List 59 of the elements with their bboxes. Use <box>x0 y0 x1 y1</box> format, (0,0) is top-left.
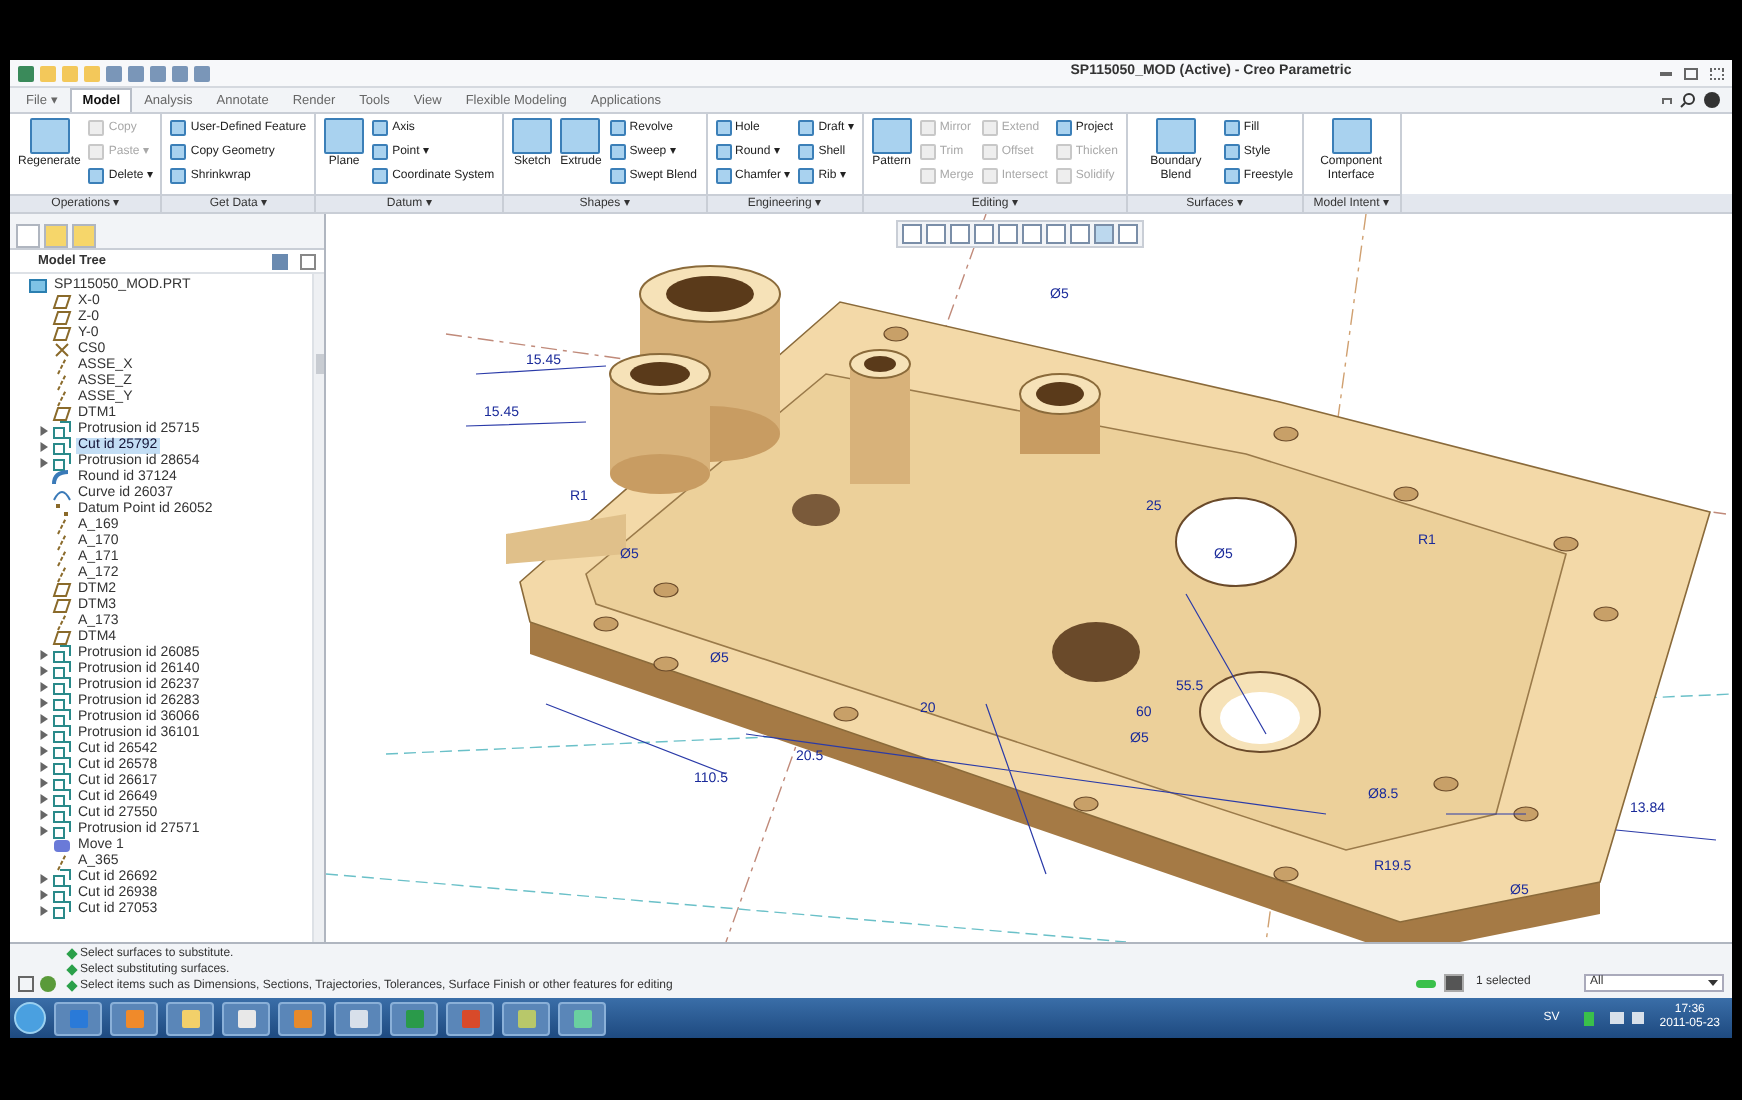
collapsed-arrow-icon[interactable] <box>38 809 48 819</box>
collapsed-arrow-icon[interactable] <box>38 681 48 691</box>
caret-icon <box>1708 980 1718 986</box>
feature-icon <box>52 420 72 440</box>
feature-icon <box>52 708 72 728</box>
collapse-icon[interactable] <box>1662 97 1672 103</box>
feature-icon <box>52 804 72 824</box>
move-icon <box>52 836 72 856</box>
tool-icon <box>560 118 601 154</box>
tool-icon <box>324 118 365 154</box>
feature-icon <box>52 868 72 888</box>
collapsed-arrow-icon[interactable] <box>38 457 48 467</box>
minimize-icon[interactable] <box>1660 71 1672 75</box>
collapsed-arrow-icon[interactable] <box>38 441 48 451</box>
feature-icon <box>52 756 72 776</box>
tool-icon <box>512 118 553 154</box>
collapsed-arrow-icon[interactable] <box>38 665 48 675</box>
round-icon <box>52 468 72 488</box>
collapsed-arrow-icon[interactable] <box>38 697 48 707</box>
feature-icon <box>52 772 72 792</box>
start-button[interactable] <box>14 1002 46 1034</box>
collapsed-arrow-icon[interactable] <box>38 793 48 803</box>
collapsed-arrow-icon[interactable] <box>38 777 48 787</box>
feature-icon <box>52 676 72 696</box>
point-icon <box>52 500 72 520</box>
feature-icon <box>52 820 72 840</box>
tool-icon <box>1155 118 1196 154</box>
collapsed-arrow-icon[interactable] <box>38 873 48 883</box>
scrollbar[interactable] <box>312 274 324 942</box>
collapsed-arrow-icon[interactable] <box>38 649 48 659</box>
status-lights-icon <box>1416 979 1436 987</box>
plane-icon <box>52 404 72 424</box>
feature-icon <box>52 724 72 744</box>
tool-icon <box>29 118 70 154</box>
axis-icon <box>52 612 72 632</box>
collapsed-arrow-icon[interactable] <box>38 713 48 723</box>
feature-icon <box>52 884 72 904</box>
feature-icon <box>52 660 72 680</box>
collapsed-arrow-icon[interactable] <box>38 761 48 771</box>
feature-icon <box>52 788 72 808</box>
tool-icon <box>871 118 912 154</box>
feature-icon <box>52 692 72 712</box>
collapsed-arrow-icon[interactable] <box>38 889 48 899</box>
collapsed-arrow-icon[interactable] <box>38 745 48 755</box>
coordinate-system-icon <box>52 340 72 360</box>
maximize-icon[interactable] <box>1684 67 1698 79</box>
feature-icon <box>52 740 72 760</box>
search-icon[interactable] <box>1680 92 1696 108</box>
tool-icon <box>1331 118 1372 154</box>
feature-icon <box>52 452 72 472</box>
collapsed-arrow-icon[interactable] <box>38 905 48 915</box>
collapsed-arrow-icon[interactable] <box>38 425 48 435</box>
feature-icon <box>52 900 72 920</box>
collapsed-arrow-icon[interactable] <box>38 729 48 739</box>
axis-icon <box>52 852 72 872</box>
part-icon <box>28 276 48 296</box>
feature-icon <box>52 644 72 664</box>
collapsed-arrow-icon[interactable] <box>38 825 48 835</box>
feature-icon <box>52 436 72 456</box>
